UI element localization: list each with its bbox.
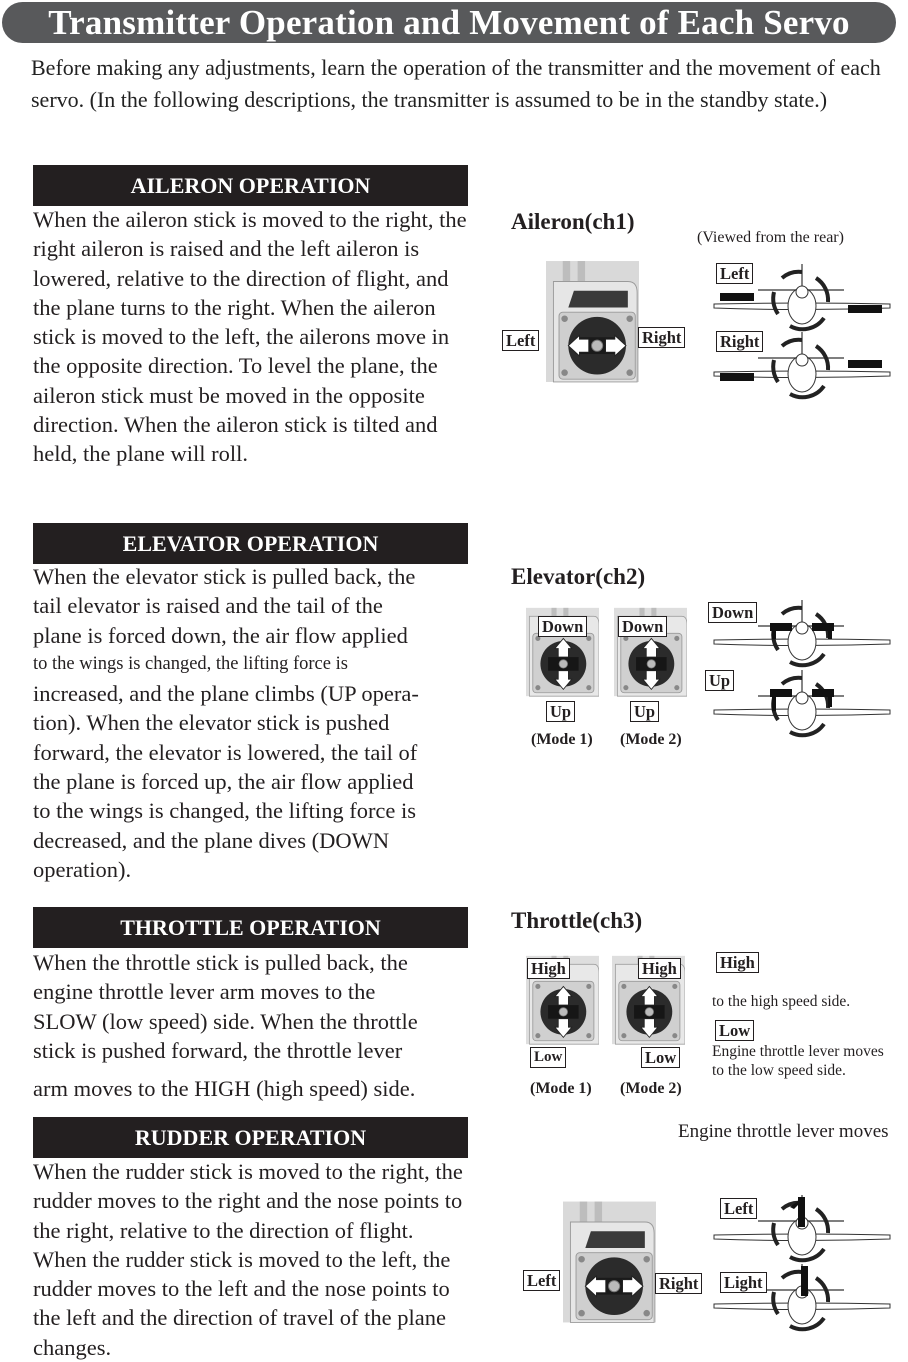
throttle-high-note: to the high speed side. [712,993,851,1010]
throttle-body-line: engine throttle lever arm moves to the [33,979,376,1005]
elevator-mode2-caption: (Mode 2) [620,731,682,748]
throttle-mode2-caption: (Mode 2) [620,1080,682,1097]
elevator-mode2-down-label: Down [618,616,668,637]
rudder-transmitter-image [563,1197,656,1327]
throttle-mode1-high-label: High [527,958,570,979]
elevator-body-line: plane is forced down, the air flow appli… [33,622,408,648]
throttle-high-label: High [716,952,759,973]
left-aileron-raised [720,293,754,301]
elevator-body-line: to the wings is changed, the lifting for… [33,653,348,674]
elevator-body-line: tion). When the elevator stick is pushed [33,710,390,736]
elevator-mode1-caption: (Mode 1) [531,731,593,748]
aileron-section-body: When the aileron stick is moved to the r… [33,207,467,467]
elevator-plane-up-image [712,668,892,738]
elevator-section-body: When the elevator stick is pulled back, … [33,562,473,884]
throttle-low-note-line2: to the low speed side. [712,1062,846,1079]
throttle-body-line: stick is pushed forward, the throttle le… [33,1037,403,1063]
rudder-stick-left-label: Left [523,1270,561,1291]
right-aileron-lowered [848,305,882,313]
aileron-transmitter-image [546,258,639,385]
throttle-mode2-low-label: Low [641,1047,681,1068]
rudder-plane-bottom-label: Light [720,1272,767,1293]
rudder-stick-right-label: Right [655,1273,703,1294]
elevator-mode1-up-label: Up [546,701,576,722]
throttle-mode1-low-label: Low [530,1047,567,1068]
rudder-section-heading: RUDDER OPERATION [33,1117,468,1158]
page-title: Transmitter Operation and Movement of Ea… [2,2,896,43]
elevator-diagram-title: Elevator(ch2) [511,564,646,589]
elevator-plane-up-label: Up [705,670,735,691]
elevator-body-line: decreased, and the plane dives (DOWN [33,827,390,853]
rudder-plane-top-label: Left [720,1198,758,1219]
aileron-plane-bottom-label: Right [716,331,764,352]
throttle-mode1-caption: (Mode 1) [530,1080,592,1097]
throttle-section-heading: THROTTLE OPERATION [33,907,468,948]
throttle-stray-note: Engine throttle lever moves [678,1121,889,1142]
throttle-body-line: SLOW (low speed) side. When the throttle [33,1008,418,1034]
elevator-body-line: When the elevator stick is pulled back, … [33,564,416,589]
throttle-low-label: Low [715,1020,755,1041]
view-note: (Viewed from the rear) [697,229,844,246]
aileron-diagram-title: Aileron(ch1) [511,209,635,234]
elevator-body-line: operation). [33,856,132,882]
elevator-mode2-up-label: Up [630,701,660,722]
throttle-body-line: arm moves to the HIGH (high speed) side. [33,1076,416,1102]
elevator-body-line: tail elevator is raised and the tail of … [33,593,383,619]
aileron-stick-right-label: Right [638,327,686,348]
throttle-section-body: When the throttle stick is pulled back, … [33,948,473,1103]
elevator-body-line: increased, and the plane climbs (UP oper… [33,681,419,707]
aileron-stick-left-label: Left [502,330,540,351]
throttle-diagram-title: Throttle(ch3) [511,908,643,933]
aileron-plane-top-label: Left [716,263,754,284]
elevator-body-line: the plane is forced up, the air flow app… [33,769,414,795]
elevator-section-heading: ELEVATOR OPERATION [33,523,468,564]
elevator-body-line: to the wings is changed, the lifting for… [33,798,417,824]
throttle-body-line: When the throttle stick is pulled back, … [33,950,408,975]
throttle-low-note-line1: Engine throttle lever moves [712,1043,884,1060]
elevator-body-line: forward, the elevator is lowered, the ta… [33,739,418,765]
elevator-plane-down-label: Down [708,602,758,623]
rudder-section-body: When the rudder stick is moved to the ri… [33,1159,463,1360]
aileron-section-heading: AILERON OPERATION [33,165,468,206]
elevator-mode1-down-label: Down [538,616,588,637]
throttle-mode2-high-label: High [638,958,681,979]
intro-paragraph: Before making any adjustments, learn the… [31,55,881,112]
